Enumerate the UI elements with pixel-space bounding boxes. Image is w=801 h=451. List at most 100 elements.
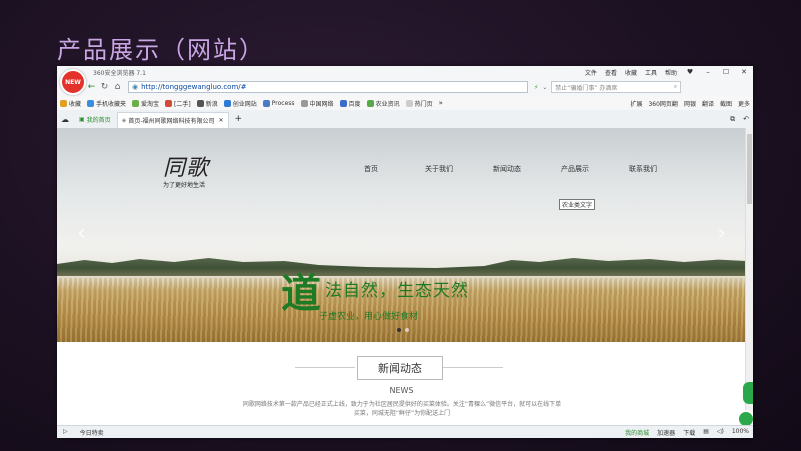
site-nav: 首页 关于我们 新闻动态 产品展示 联系我们 <box>337 164 677 174</box>
favorite-item[interactable]: 农业资讯 <box>364 99 403 108</box>
tab-home[interactable]: ▣ 我的首页 <box>75 111 115 127</box>
browser-logo-badge[interactable]: NEW <box>60 69 86 95</box>
menu-tools[interactable]: 工具 <box>645 68 657 77</box>
nav-contact[interactable]: 联系我们 <box>609 164 677 174</box>
favorite-item[interactable]: 创业网站 <box>221 99 260 108</box>
link-icon <box>196 99 204 107</box>
nav-products[interactable]: 产品展示 <box>541 164 609 174</box>
favorites-bar: 收藏 手机收藏夹 爱淘宝 [二手] 新浪 创业网站 Process 中国网络 百… <box>57 96 753 111</box>
more-favorites-icon[interactable]: » <box>436 99 446 107</box>
status-bar: ▷ 今日特卖 我的商城 加速器 下载 ▤ ◁) 100% <box>57 425 753 438</box>
screenshot-icon[interactable]: ▤ <box>703 428 709 437</box>
favorite-item[interactable]: 爱淘宝 <box>129 99 162 108</box>
extension-item[interactable]: 网银 <box>681 99 699 108</box>
link-icon <box>132 99 140 107</box>
link-icon <box>339 99 347 107</box>
menu-file[interactable]: 文件 <box>585 68 597 77</box>
slogan-main: 法自然，生态天然 <box>325 281 469 301</box>
favorite-item[interactable]: 百度 <box>337 99 364 108</box>
tab-close-icon[interactable]: ✕ <box>218 117 223 124</box>
status-download[interactable]: 下载 <box>683 428 695 437</box>
tree-line <box>57 258 746 276</box>
cloud-icon[interactable]: ☁ <box>57 115 73 124</box>
hero-banner: 同歌 为了更好地生活 首页 关于我们 新闻动态 产品展示 联系我们 农业类文字 … <box>57 128 746 342</box>
favorite-item[interactable]: 收藏 <box>57 99 84 108</box>
scrollbar-thumb[interactable] <box>747 134 752 204</box>
slide-dot[interactable] <box>397 328 401 332</box>
slogan-mark: 道 <box>281 270 321 317</box>
site-logo[interactable]: 同歌 为了更好地生活 <box>163 150 209 189</box>
next-slide-icon[interactable]: › <box>717 221 726 246</box>
menu-bar: 文件 查看 收藏 工具 帮助 ♥ – ☐ ✕ <box>585 68 753 77</box>
status-mall[interactable]: 我的商城 <box>625 428 649 437</box>
undo-icon[interactable]: ↶ <box>739 115 753 123</box>
slide-dots <box>397 328 409 332</box>
address-bar-right: ⚡ ⌄ 禁止“骗婚门事” 办酒席 ⌕ <box>534 81 682 93</box>
site-favicon-icon: ◈ <box>121 117 127 124</box>
menu-view[interactable]: 查看 <box>605 68 617 77</box>
app-title: 360安全浏览器 7.1 <box>93 69 146 77</box>
sidebar-toggle-icon[interactable]: ▷ <box>63 428 68 437</box>
minimize-button[interactable]: – <box>703 68 713 77</box>
nav-news[interactable]: 新闻动态 <box>473 164 541 174</box>
home-tab-icon: ▣ <box>79 115 85 123</box>
extension-item[interactable]: 360网页翻 <box>645 99 680 108</box>
search-placeholder: 禁止“骗婚门事” 办酒席 <box>555 84 618 92</box>
float-service-tab[interactable] <box>743 382 753 404</box>
favorite-item[interactable]: 热门页 <box>403 99 436 108</box>
menu-help[interactable]: 帮助 <box>665 68 677 77</box>
close-button[interactable]: ✕ <box>739 68 749 77</box>
title-bar: 360安全浏览器 7.1 文件 查看 收藏 工具 帮助 ♥ – ☐ ✕ <box>57 66 753 78</box>
menu-favorites[interactable]: 收藏 <box>625 68 637 77</box>
link-icon <box>300 99 308 107</box>
nav-about[interactable]: 关于我们 <box>405 164 473 174</box>
slide-dot[interactable] <box>405 328 409 332</box>
extension-item[interactable]: 翻译 <box>699 99 717 108</box>
extension-item[interactable]: 更多 <box>735 99 753 108</box>
tab-bar: ☁ ▣ 我的首页 ◈ 首页-福州同歌网络科技有限公司 ✕ + ⧉ ↶ <box>57 110 753 129</box>
maximize-button[interactable]: ☐ <box>721 68 731 77</box>
link-icon <box>87 99 95 107</box>
favorite-item[interactable]: 中国网络 <box>298 99 337 108</box>
link-icon <box>262 99 270 107</box>
search-icon[interactable]: ⌕ <box>674 83 680 91</box>
slogan-sub: 子虚农业，用心做好食材 <box>319 312 419 322</box>
home-icon[interactable]: ⌂ <box>111 82 124 92</box>
folder-icon <box>405 99 413 107</box>
link-icon <box>223 99 231 107</box>
refresh-icon[interactable]: ↻ <box>98 82 111 92</box>
new-tab-button[interactable]: + <box>229 114 249 124</box>
extension-item[interactable]: 扩展 <box>627 99 645 108</box>
dropdown-chevron-icon[interactable]: ⌄ <box>542 84 547 91</box>
search-input[interactable]: 禁止“骗婚门事” 办酒席 ⌕ <box>551 81 682 93</box>
zoom-level[interactable]: 100% <box>732 428 749 437</box>
star-icon <box>60 99 67 107</box>
status-accelerator[interactable]: 加速器 <box>657 428 675 437</box>
url-input[interactable]: ◉ http://tongggewangluo.com/# <box>128 81 528 93</box>
slogan-sub-wrap: 子虚农业，用心做好食材 <box>319 304 418 323</box>
heart-icon[interactable]: ♥ <box>685 68 695 77</box>
news-description: 同歌网络技术第一款产品已经正式上线，致力于为社区居民提供好的买菜体验。关注“青稞… <box>242 401 562 417</box>
back-arrow-icon[interactable]: ← <box>85 82 98 92</box>
favorite-item[interactable]: 新浪 <box>194 99 221 108</box>
status-left-item[interactable]: 今日特卖 <box>80 428 104 437</box>
tab-active[interactable]: ◈ 首页-福州同歌网络科技有限公司 ✕ <box>116 111 229 129</box>
speaker-icon[interactable]: ◁) <box>717 428 724 437</box>
prev-slide-icon[interactable]: ‹ <box>77 221 86 246</box>
tooltip: 农业类文字 <box>559 199 596 210</box>
favorite-item[interactable]: Process <box>260 99 298 107</box>
globe-icon: ◉ <box>132 83 139 91</box>
restore-icon[interactable]: ⧉ <box>726 115 739 124</box>
nav-home[interactable]: 首页 <box>337 164 405 174</box>
link-icon <box>366 99 374 107</box>
extension-item[interactable]: 截图 <box>717 99 735 108</box>
url-text: http://tongggewangluo.com/# <box>141 83 247 91</box>
lightning-icon[interactable]: ⚡ <box>534 84 538 91</box>
favorite-item[interactable]: [二手] <box>162 99 194 108</box>
address-bar: ← ↻ ⌂ ◉ http://tongggewangluo.com/# ⚡ ⌄ … <box>57 78 753 96</box>
news-section-title: 新闻动态 <box>357 356 443 380</box>
slide-title: 产品展示（网站） <box>57 36 265 64</box>
divider-left <box>295 367 355 368</box>
favorite-item[interactable]: 手机收藏夹 <box>84 99 129 108</box>
favorites-right: 扩展 360网页翻 网银 翻译 截图 更多 <box>627 99 753 108</box>
